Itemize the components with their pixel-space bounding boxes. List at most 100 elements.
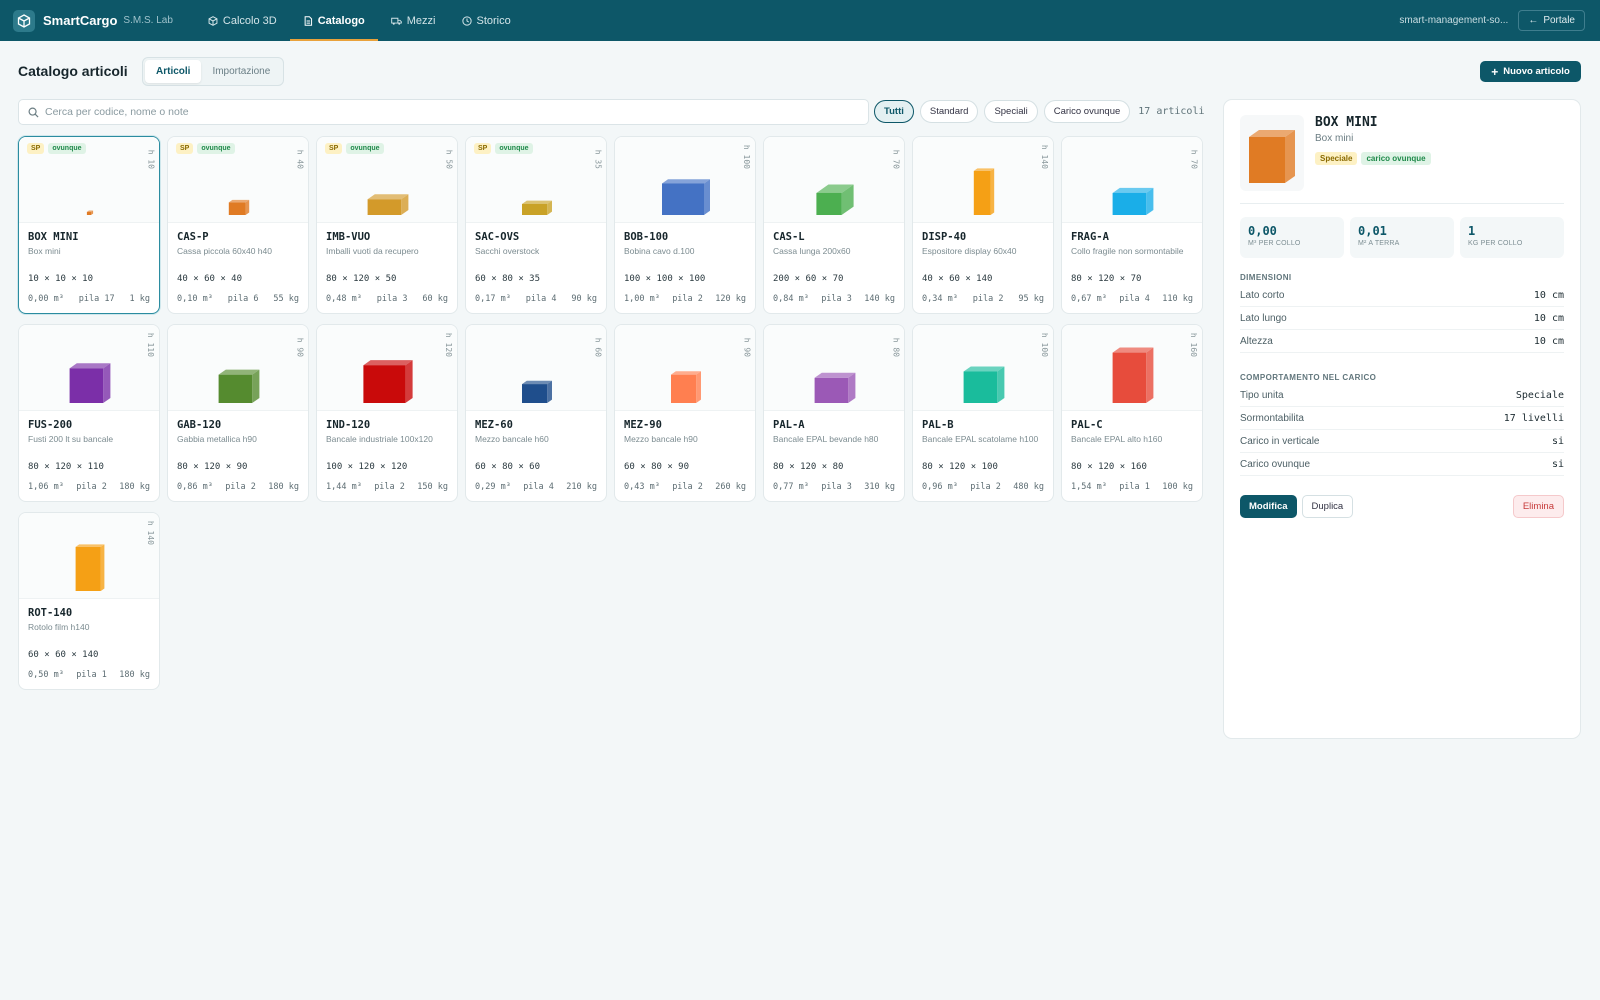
article-volume: 1,54 m³ [1071,482,1107,492]
stat-value: 0,01 [1358,224,1387,238]
article-pile: pila 3 [821,294,852,304]
filter-speciali[interactable]: Speciali [984,100,1038,123]
article-pile: pila 3 [376,294,408,304]
article-card[interactable]: h 90 MEZ-90 Mezzo bancale h90 60 × 80 × … [614,324,756,502]
article-weight: 180 kg [119,670,150,680]
row-value: si [1551,458,1564,470]
search-box [18,99,869,125]
duplicate-button[interactable]: Duplica [1301,495,1354,518]
box-shape [814,372,856,403]
row-key: Lato corto [1240,289,1285,301]
tab-articoli[interactable]: Articoli [145,60,202,83]
article-weight: 150 kg [417,482,448,492]
article-card[interactable]: h 100 BOB-100 Bobina cavo d.100 100 × 10… [614,136,756,314]
row-key: Lato lungo [1240,312,1287,324]
card-visual: h 100 [913,325,1053,411]
article-volume: 0,77 m³ [773,482,809,492]
card-visual: SP ovunque h 40 [168,137,308,223]
article-footer: 0,86 m³ pila 2 180 kg [177,482,299,492]
article-card[interactable]: h 140 ROT-140 Rotolo film h140 60 × 60 ×… [18,512,160,690]
article-code: PAL-B [922,419,954,431]
detail-subtitle: Box mini [1315,133,1354,144]
article-card[interactable]: h 140 DISP-40 Espositore display 60x40 4… [912,136,1054,314]
behavior-row-anywhere: Carico ovunque si [1240,453,1564,476]
nav-mezzi[interactable]: Mezzi [378,0,449,41]
delete-button[interactable]: Elimina [1512,495,1564,518]
view-tabs: Articoli Importazione [142,57,285,86]
article-footer: 0,48 m³ pila 3 60 kg [326,294,448,304]
article-name: Bancale EPAL alto h160 [1071,434,1163,444]
article-card[interactable]: h 70 CAS-L Cassa lunga 200x60 200 × 60 ×… [763,136,905,314]
article-card[interactable]: h 120 IND-120 Bancale industriale 100x12… [316,324,458,502]
filter-chips: Tutti Standard Speciali Carico ovunque 1… [874,100,1205,123]
article-footer: 0,77 m³ pila 3 310 kg [773,482,895,492]
card-visual: h 160 [1062,325,1202,411]
article-name: Sacchi overstock [475,246,540,256]
article-code: SAC-OVS [475,231,520,243]
tab-importazione[interactable]: Importazione [201,60,281,83]
article-pile: pila 4 [1119,294,1150,304]
article-code: ROT-140 [28,607,73,619]
filter-carico-ovunque[interactable]: Carico ovunque [1043,100,1131,123]
detail-stats: 0,00 M³ PER COLLO 0,01 M² A TERRA 1 KG P… [1240,217,1570,258]
article-code: BOB-100 [624,231,669,243]
box-shape [973,168,995,215]
nav-label: Catalogo [317,14,365,27]
dim-row-height: Altezza 10 cm [1240,330,1564,353]
detail-actions: Modifica Duplica Elimina [1240,495,1564,518]
main-nav: Calcolo 3D Catalogo Mezzi Storico [195,0,524,41]
nav-label: Calcolo 3D [222,14,277,27]
article-dimensions: 10 × 10 × 10 [28,274,94,284]
nav-calcolo-3d[interactable]: Calcolo 3D [195,0,290,41]
article-card[interactable]: h 110 FUS-200 Fusti 200 lt su bancale 80… [18,324,160,502]
article-volume: 0,96 m³ [922,482,958,492]
article-code: MEZ-90 [624,419,662,431]
article-pile: pila 2 [76,482,107,492]
portal-button[interactable]: ← Portale [1518,10,1585,31]
article-code: CAS-L [773,231,805,243]
document-icon [304,15,312,26]
article-volume: 0,17 m³ [475,294,511,304]
row-value: 10 cm [1533,335,1564,347]
article-card[interactable]: h 100 PAL-B Bancale EPAL scatolame h100 … [912,324,1054,502]
article-card[interactable]: h 60 MEZ-60 Mezzo bancale h60 60 × 80 × … [465,324,607,502]
truck-icon [390,17,402,25]
article-card[interactable]: h 80 PAL-A Bancale EPAL bevande h80 80 ×… [763,324,905,502]
article-card[interactable]: h 160 PAL-C Bancale EPAL alto h160 80 × … [1061,324,1203,502]
logo[interactable]: SmartCargo S.M.S. Lab [13,9,173,32]
dim-row-long-side: Lato lungo 10 cm [1240,307,1564,330]
article-card[interactable]: SP ovunque h 50 IMB-VUO Imballi vuoti da … [316,136,458,314]
edit-button[interactable]: Modifica [1240,495,1297,518]
box-shape [363,360,413,403]
article-pile: pila 2 [672,482,703,492]
clock-icon [461,15,472,26]
arrow-left-icon: ← [1528,15,1539,26]
article-card[interactable]: SP ovunque h 40 CAS-P Cassa piccola 60x40… [167,136,309,314]
article-card[interactable]: h 90 GAB-120 Gabbia metallica h90 80 × 1… [167,324,309,502]
article-volume: 0,86 m³ [177,482,213,492]
article-dimensions: 80 × 120 × 160 [1071,462,1147,472]
article-weight: 1 kg [129,294,150,304]
article-code: FUS-200 [28,419,73,431]
nav-storico[interactable]: Storico [449,0,524,41]
article-volume: 0,84 m³ [773,294,809,304]
article-weight: 90 kg [571,294,597,304]
row-key: Carico ovunque [1240,458,1311,470]
article-pile: pila 4 [525,294,557,304]
article-dimensions: 40 × 60 × 140 [922,274,993,284]
article-card[interactable]: h 70 FRAG-A Collo fragile non sormontabi… [1061,136,1203,314]
new-article-button[interactable]: + Nuovo articolo [1480,61,1581,82]
search-input[interactable] [45,106,825,118]
article-card[interactable]: SP ovunque h 35 SAC-OVS Sacchi overstock … [465,136,607,314]
article-dimensions: 80 × 120 × 80 [773,462,844,472]
article-footer: 0,84 m³ pila 3 140 kg [773,294,895,304]
article-dimensions: 80 × 120 × 100 [922,462,998,472]
filter-standard[interactable]: Standard [919,100,979,123]
filter-tutti[interactable]: Tutti [874,100,914,123]
card-visual: h 110 [19,325,159,411]
article-name: Mezzo bancale h90 [624,434,698,444]
account-name[interactable]: smart-management-so... [1399,15,1508,26]
article-card[interactable]: SP ovunque h 10 BOX MINI Box mini 10 × 10… [18,136,160,314]
article-weight: 120 kg [715,294,746,304]
nav-catalogo[interactable]: Catalogo [289,0,378,41]
